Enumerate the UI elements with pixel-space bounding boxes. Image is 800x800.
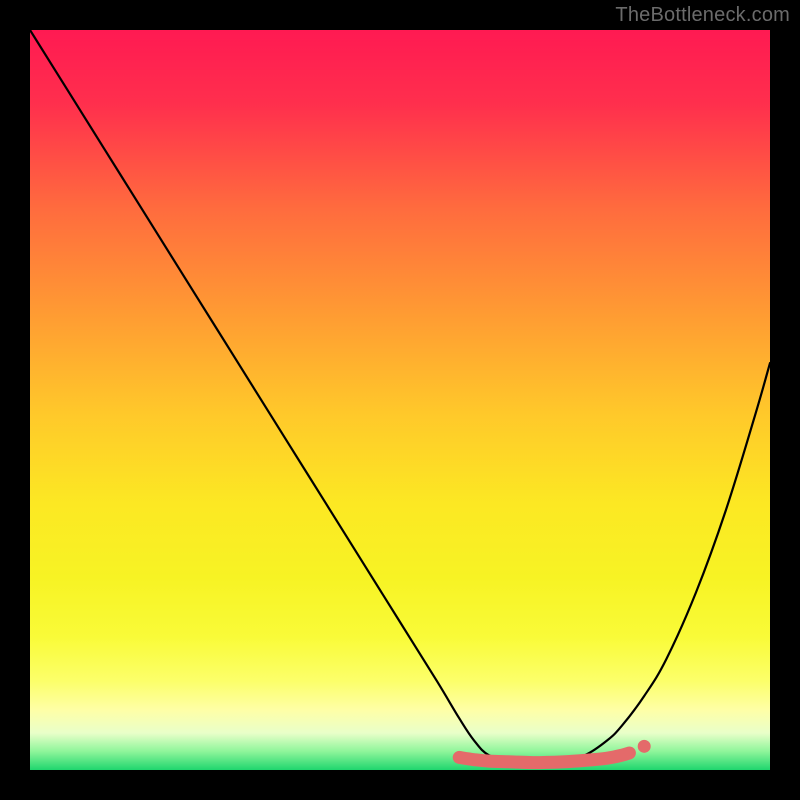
plot-area [30,30,770,770]
watermark-text: TheBottleneck.com [615,4,790,27]
chart-frame: TheBottleneck.com [0,0,800,800]
chart-curves [30,30,770,770]
highlight-dot [638,740,651,753]
optimal-band [459,753,629,763]
bottleneck-curve [30,30,770,763]
